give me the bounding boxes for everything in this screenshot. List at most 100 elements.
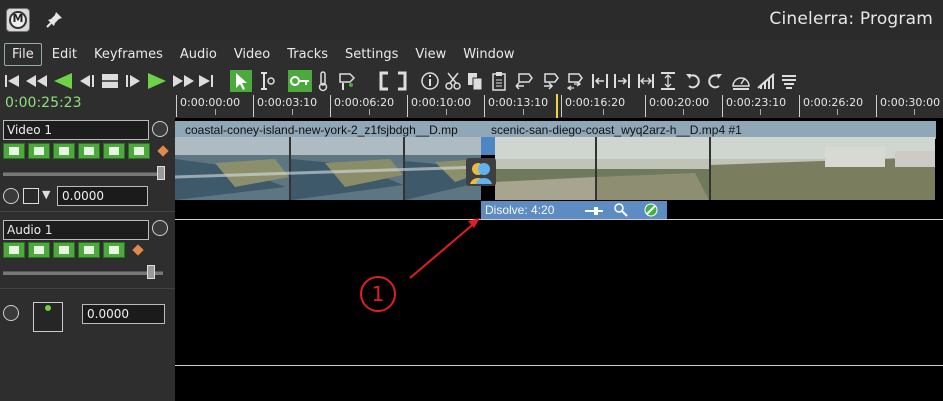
audio-track-name[interactable]: Audio 1 bbox=[3, 220, 149, 240]
slider-knob[interactable] bbox=[147, 265, 155, 279]
window-title: Cinelerra: Program bbox=[769, 9, 933, 29]
video-fade-value[interactable]: 0.0000 bbox=[57, 186, 148, 206]
lock-icon[interactable] bbox=[28, 143, 50, 159]
play-reverse-icon[interactable] bbox=[52, 70, 74, 92]
magnify-icon[interactable] bbox=[614, 203, 628, 217]
menu-keyframes[interactable]: Keyframes bbox=[87, 44, 170, 65]
timeline-canvas[interactable]: coastal-coney-island-new-york-2_z1fsjbdg… bbox=[175, 118, 943, 401]
ruler-label: 0:00:06:20 bbox=[334, 96, 395, 109]
gang-link-icon[interactable] bbox=[103, 242, 125, 258]
overlay-mode-icon[interactable] bbox=[3, 188, 19, 204]
play-track-icon[interactable] bbox=[3, 242, 25, 258]
dropdown-arrow-icon[interactable]: ▼ bbox=[42, 188, 54, 204]
menu-file[interactable]: File bbox=[4, 42, 42, 66]
toggle-on-icon[interactable] bbox=[644, 203, 658, 217]
edit-handle-left-icon[interactable] bbox=[590, 70, 610, 92]
menu-video[interactable]: Video bbox=[227, 44, 277, 65]
paste-icon[interactable] bbox=[490, 70, 508, 92]
menu-edit[interactable]: Edit bbox=[45, 44, 84, 65]
clip-thumbnails bbox=[175, 137, 481, 200]
transition-dissolve-icon[interactable] bbox=[466, 158, 496, 186]
ruler-label: 0:00:20:00 bbox=[649, 96, 710, 109]
label-tag-icon[interactable] bbox=[336, 70, 358, 92]
menu-window[interactable]: Window bbox=[456, 44, 521, 65]
visibility-eye-icon[interactable] bbox=[53, 143, 75, 159]
mute-speaker-icon[interactable] bbox=[78, 143, 100, 159]
fast-reverse-icon[interactable] bbox=[24, 70, 48, 92]
list-menu-icon[interactable] bbox=[780, 70, 798, 92]
transition-bar[interactable]: Disolve: 4:20 bbox=[481, 201, 667, 220]
toolbar bbox=[0, 68, 943, 94]
redo-icon[interactable] bbox=[706, 70, 724, 92]
edit-handle-right-icon[interactable] bbox=[612, 70, 632, 92]
keyframe-diamond-icon[interactable] bbox=[132, 244, 144, 256]
ibeam-edit-icon[interactable] bbox=[256, 70, 276, 92]
pin-icon[interactable] bbox=[46, 10, 64, 28]
clip-thumbnails bbox=[495, 137, 935, 200]
draw-icon[interactable] bbox=[128, 143, 150, 159]
thermometer-icon[interactable] bbox=[316, 70, 330, 92]
undo-icon[interactable] bbox=[684, 70, 702, 92]
copy-icon[interactable] bbox=[466, 70, 484, 92]
menu-tracks[interactable]: Tracks bbox=[280, 44, 335, 65]
fast-forward-icon[interactable] bbox=[172, 70, 196, 92]
pan-mode-icon[interactable] bbox=[3, 305, 19, 321]
play-icon[interactable] bbox=[146, 70, 168, 92]
ruler-label: 0:00:23:10 bbox=[726, 96, 787, 109]
timecode-display: 0:00:25:23 bbox=[5, 95, 82, 111]
audio-fade-slider[interactable] bbox=[3, 271, 163, 275]
info-icon[interactable] bbox=[420, 70, 440, 92]
play-track-icon[interactable] bbox=[3, 143, 25, 159]
ruler-label: 0:00:10:00 bbox=[411, 96, 472, 109]
transition-label: Disolve: 4:20 bbox=[485, 203, 555, 217]
in-point-icon[interactable] bbox=[378, 70, 390, 92]
title-bar: M Cinelerra: Program bbox=[0, 0, 943, 40]
visibility-eye-icon[interactable] bbox=[53, 242, 75, 258]
slider-knob[interactable] bbox=[157, 166, 165, 180]
audio-pan-value[interactable]: 0.0000 bbox=[82, 304, 165, 324]
video-track-toggles bbox=[3, 143, 173, 159]
cut-scissors-icon[interactable] bbox=[444, 70, 462, 92]
menu-bar: File Edit Keyframes Audio Video Tracks S… bbox=[0, 40, 943, 68]
ruler-label: 0:00:26:20 bbox=[803, 96, 864, 109]
arrow-select-icon[interactable] bbox=[230, 70, 252, 92]
keyframe-key-icon[interactable] bbox=[288, 70, 312, 92]
fit-width-icon[interactable] bbox=[636, 70, 656, 92]
fit-height-icon[interactable] bbox=[658, 70, 678, 92]
ruler-label: 0:00:00:00 bbox=[180, 96, 241, 109]
rewind-start-icon[interactable] bbox=[4, 70, 20, 92]
expand-toggle-icon[interactable] bbox=[152, 121, 168, 137]
frame-reverse-icon[interactable] bbox=[78, 70, 96, 92]
gang-tracks-icon[interactable] bbox=[756, 70, 776, 92]
pan-control[interactable] bbox=[33, 302, 63, 332]
audio-track-toggles bbox=[3, 242, 148, 258]
label-toggle-icon[interactable] bbox=[564, 70, 584, 92]
keyframe-diamond-icon[interactable] bbox=[157, 145, 169, 157]
menu-audio[interactable]: Audio bbox=[173, 44, 224, 65]
mode-stack-icon[interactable] bbox=[23, 188, 39, 204]
ruler-label: 0:00:03:10 bbox=[257, 96, 318, 109]
video-fade-slider[interactable] bbox=[3, 172, 163, 176]
menu-view[interactable]: View bbox=[408, 44, 453, 65]
speedometer-icon[interactable] bbox=[730, 70, 752, 92]
ruler-label: 0:00:13:10 bbox=[488, 96, 549, 109]
timeline-ruler[interactable]: 0:00:00:00 0:00:03:10 0:00:06:20 0:00:10… bbox=[175, 92, 943, 119]
out-point-icon[interactable] bbox=[396, 70, 408, 92]
expand-toggle-icon[interactable] bbox=[152, 220, 168, 236]
menu-settings[interactable]: Settings bbox=[338, 44, 405, 65]
lock-icon[interactable] bbox=[28, 242, 50, 258]
annotation-arrow-icon bbox=[409, 218, 480, 279]
forward-end-icon[interactable] bbox=[198, 70, 214, 92]
stop-icon[interactable] bbox=[100, 70, 120, 92]
length-slider-icon[interactable] bbox=[585, 205, 603, 217]
label-prev-icon[interactable] bbox=[514, 70, 534, 92]
frame-forward-icon[interactable] bbox=[124, 70, 142, 92]
label-next-icon[interactable] bbox=[540, 70, 560, 92]
pan-dot-icon[interactable] bbox=[45, 305, 51, 311]
track-separator bbox=[175, 219, 943, 220]
playhead-marker[interactable] bbox=[556, 94, 558, 118]
video-track-name[interactable]: Video 1 bbox=[3, 120, 149, 140]
mute-speaker-icon[interactable] bbox=[78, 242, 100, 258]
gang-link-icon[interactable] bbox=[103, 143, 125, 159]
ruler-label: 0:00:30:00 bbox=[880, 96, 941, 109]
